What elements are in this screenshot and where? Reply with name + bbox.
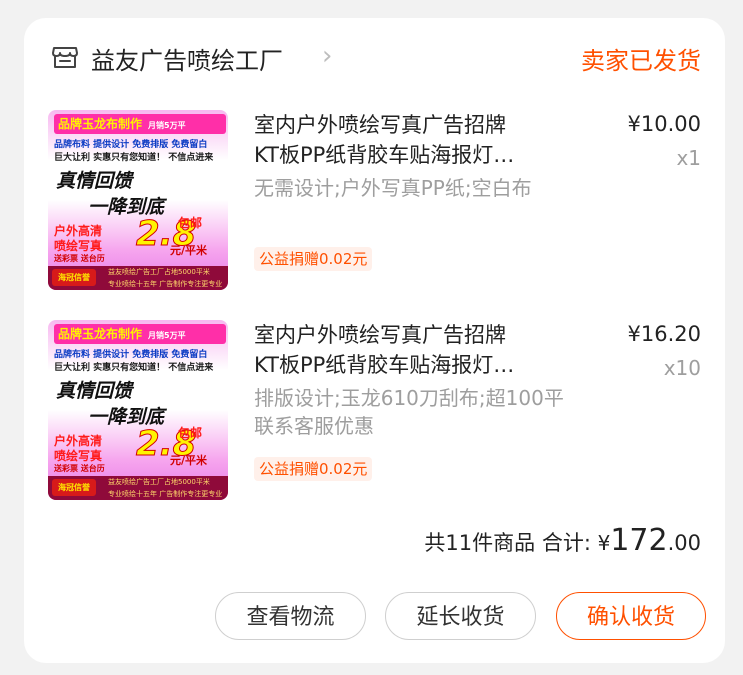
total-label: 合计:: [541, 531, 591, 555]
thumb-text: 喷绘写真: [54, 449, 103, 463]
order-item[interactable]: 品牌玉龙布制作 月销5万平 品牌布料 提供设计 免费排版 免费留白 巨大让利 实惠…: [48, 110, 701, 290]
confirm-receipt-button[interactable]: 确认收货: [556, 592, 706, 640]
thumb-banner: 品牌玉龙布制作 月销5万平: [54, 324, 226, 344]
charity-tag: 公益捐赠0.02元: [254, 457, 373, 481]
product-title[interactable]: 室内户外喷绘写真广告招牌 KT板PP纸背胶车贴海报灯…: [254, 320, 584, 380]
thumb-banner: 品牌玉龙布制作 月销5万平: [54, 114, 226, 134]
thumb-unit: 元/平米: [170, 244, 208, 257]
total-decimal: .00: [667, 531, 701, 555]
thumb-headline: 真情回馈: [56, 170, 133, 192]
order-card: 益友广告喷绘工厂 › 卖家已发货 品牌玉龙布制作 月销5万平 品牌布料 提供设计 …: [24, 18, 725, 663]
item-price: ¥16.20: [627, 322, 701, 346]
extend-receipt-button[interactable]: 延长收货: [385, 592, 536, 640]
order-status: 卖家已发货: [581, 47, 701, 75]
product-thumbnail[interactable]: 品牌玉龙布制作 月销5万平 品牌布料 提供设计 免费排版 免费留白 巨大让利 实惠…: [48, 320, 228, 500]
thumb-line: 巨大让利 实惠只有您知道！ 不信点进来: [54, 153, 214, 163]
charity-tag: 公益捐赠0.02元: [254, 247, 373, 271]
product-spec: 排版设计;玉龙610刀刮布;超100平联系客服优惠: [254, 386, 564, 438]
thumb-ticket: 送彩票 送台历: [54, 464, 105, 473]
store-name[interactable]: 益友广告喷绘工厂: [91, 41, 283, 76]
product-title-line: KT板PP纸背胶车贴海报灯…: [254, 143, 515, 167]
thumb-line: 品牌布料 提供设计 免费排版 免费留白: [54, 140, 208, 150]
item-quantity: x10: [663, 356, 701, 380]
thumb-line: 品牌布料 提供设计 免费排版 免费留白: [54, 350, 208, 360]
thumb-pack: 包邮: [178, 216, 203, 230]
product-spec: 无需设计;户外写真PP纸;空白布: [254, 176, 532, 200]
order-total: 共11件商品 合计: ¥172.00: [424, 523, 701, 558]
product-title[interactable]: 室内户外喷绘写真广告招牌 KT板PP纸背胶车贴海报灯…: [254, 110, 584, 170]
product-title-line: KT板PP纸背胶车贴海报灯…: [254, 353, 515, 377]
thumb-text: 喷绘写真: [54, 239, 103, 253]
product-title-line: 室内户外喷绘写真广告招牌: [254, 113, 506, 137]
thumb-badge: 海冠信誉: [52, 479, 96, 496]
thumb-badge: 海冠信誉: [52, 269, 96, 286]
total-amount: 172: [610, 523, 668, 558]
order-item[interactable]: 品牌玉龙布制作 月销5万平 品牌布料 提供设计 免费排版 免费留白 巨大让利 实惠…: [48, 320, 701, 500]
product-thumbnail[interactable]: 品牌玉龙布制作 月销5万平 品牌布料 提供设计 免费排版 免费留白 巨大让利 实惠…: [48, 110, 228, 290]
store-icon: [52, 47, 78, 68]
chevron-right-icon[interactable]: ›: [322, 42, 332, 70]
item-count: 共11件商品: [424, 531, 536, 555]
thumb-headline: 真情回馈: [56, 380, 133, 402]
order-header: 益友广告喷绘工厂 › 卖家已发货: [50, 38, 701, 80]
thumb-ticket: 送彩票 送台历: [54, 254, 105, 263]
item-price: ¥10.00: [627, 112, 701, 136]
thumb-line: 巨大让利 实惠只有您知道！ 不信点进来: [54, 363, 214, 373]
thumb-unit: 元/平米: [170, 454, 208, 467]
view-logistics-button[interactable]: 查看物流: [215, 592, 366, 640]
item-quantity: x1: [676, 146, 701, 170]
total-currency: ¥: [597, 531, 611, 555]
thumb-pack: 包邮: [178, 426, 203, 440]
product-title-line: 室内户外喷绘写真广告招牌: [254, 323, 506, 347]
